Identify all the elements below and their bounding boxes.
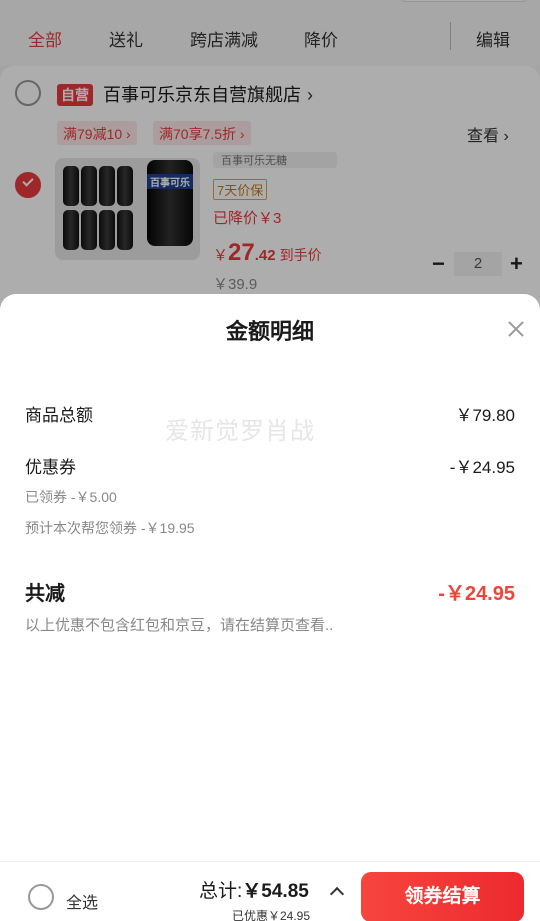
close-icon[interactable] <box>505 318 527 340</box>
watermark-text: 爱新觉罗肖战 <box>165 418 315 445</box>
chevron-up-icon[interactable] <box>329 886 345 902</box>
saved-amount: 已优惠￥24.95 <box>232 909 311 921</box>
goods-total-value: ￥79.80 <box>455 406 515 425</box>
total-discount-value: -￥24.95 <box>438 583 515 605</box>
checkout-bar: 全选 总计:￥54.85 已优惠￥24.95 领券结算 <box>0 861 540 921</box>
estimated-coupon-text: 预计本次帮您领券 -￥19.95 <box>25 520 195 536</box>
coupon-value: -￥24.95 <box>449 458 515 477</box>
discount-note: 以上优惠不包含红包和京豆，请在结算页查看.. <box>25 617 334 634</box>
price-detail-sheet: 金额明细 爱新觉罗肖战 商品总额 ￥79.80 优惠券 -￥24.95 已领券 … <box>0 294 540 921</box>
sheet-title: 金额明细 <box>225 319 314 344</box>
claimed-coupon-text: 已领券 -￥5.00 <box>25 489 117 505</box>
goods-total-label: 商品总额 <box>25 406 93 425</box>
select-all-radio[interactable] <box>28 884 54 910</box>
coupon-label: 优惠券 <box>25 458 76 477</box>
total-discount-label: 共减 <box>25 583 65 605</box>
total-price: 总计:￥54.85 <box>199 876 309 903</box>
select-all-label[interactable]: 全选 <box>66 889 98 913</box>
checkout-button[interactable]: 领券结算 <box>361 872 524 921</box>
total-amount: ￥54.85 <box>242 881 309 902</box>
total-prefix: 总计: <box>199 881 243 902</box>
